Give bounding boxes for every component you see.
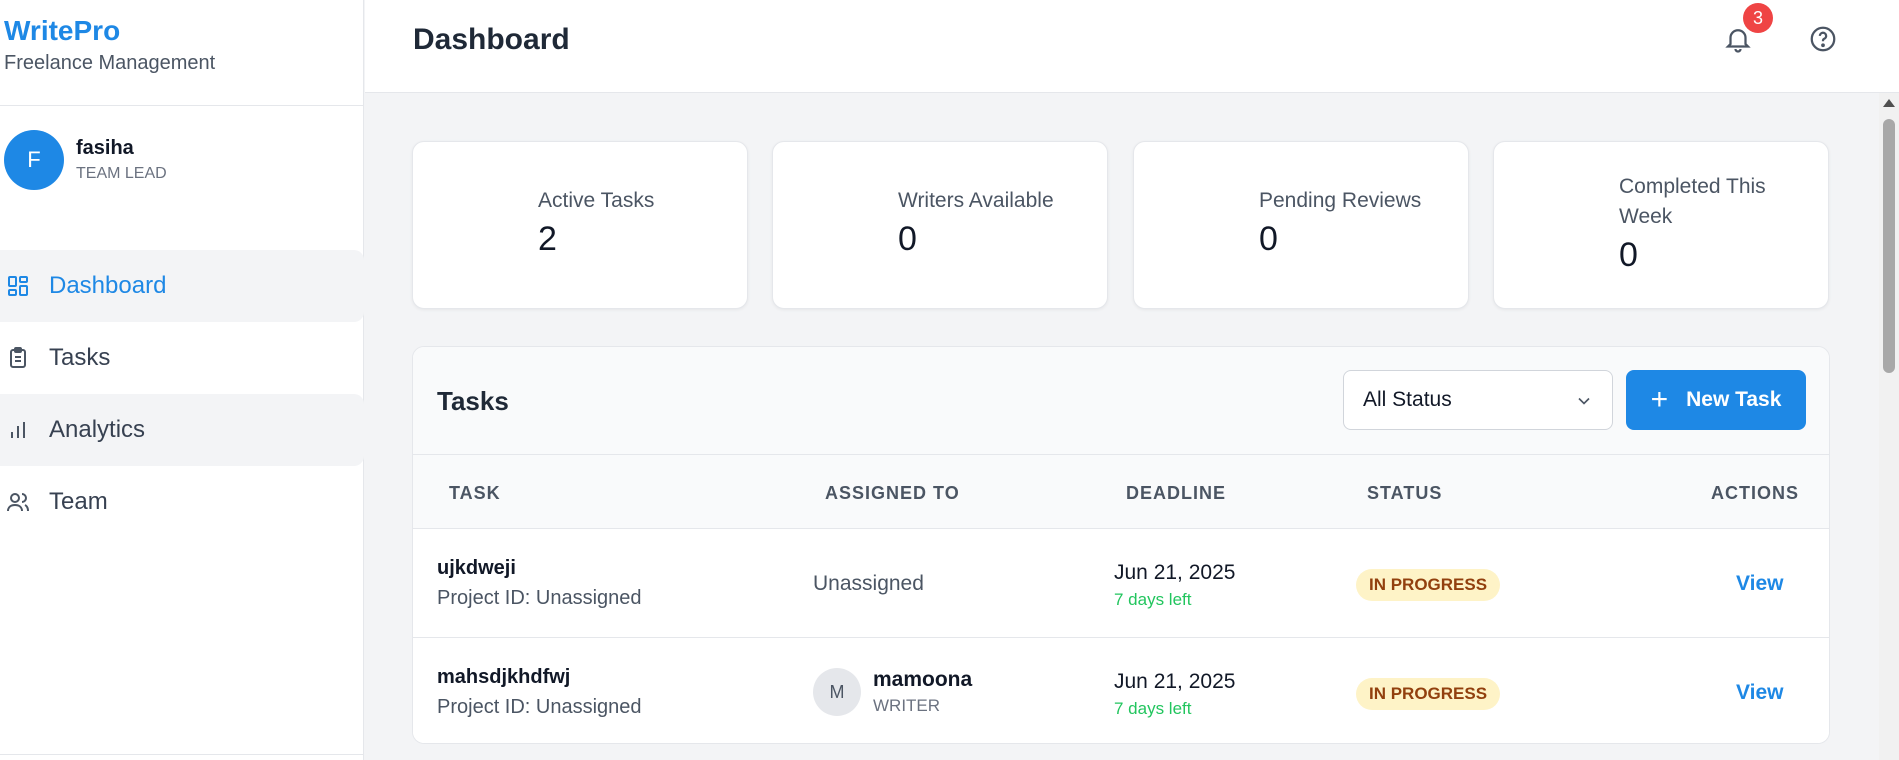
deadline-date: Jun 21, 2025 <box>1114 670 1236 693</box>
stat-content: Completed This Week 0 <box>1619 172 1789 275</box>
dashboard-grid-icon <box>4 272 32 300</box>
scrollbar-thumb[interactable] <box>1883 119 1895 373</box>
avatar: F <box>4 130 64 190</box>
bar-chart-icon <box>4 416 32 444</box>
table-header: TASK ASSIGNED TO DEADLINE STATUS ACTIONS <box>413 455 1829 529</box>
tasks-title: Tasks <box>437 386 509 416</box>
assignee-name: mamoona <box>873 668 973 691</box>
tasks-panel-header: Tasks All Status + New Task <box>413 347 1829 455</box>
user-role: TEAM LEAD <box>76 165 167 182</box>
stat-content: Active Tasks 2 <box>538 186 728 259</box>
tasks-panel: Tasks All Status + New Task TASK ASSIGNE… <box>412 346 1830 744</box>
sidebar-item-tasks[interactable]: Tasks <box>0 322 364 394</box>
brand: WritePro Freelance Management <box>4 14 215 75</box>
column-header-deadline: DEADLINE <box>1126 483 1227 503</box>
plus-icon: + <box>1650 383 1669 416</box>
task-project-id: Project ID: Unassigned <box>437 696 642 718</box>
status-badge: IN PROGRESS <box>1356 569 1501 601</box>
new-task-button[interactable]: + New Task <box>1626 370 1806 430</box>
deadline-days-left: 7 days left <box>1114 699 1192 718</box>
stat-content: Pending Reviews 0 <box>1259 186 1449 259</box>
top-header: Dashboard 3 <box>365 0 1899 93</box>
user-profile[interactable]: F fasiha TEAM LEAD <box>4 130 167 190</box>
sidebar-item-label: Dashboard <box>49 272 167 299</box>
view-link[interactable]: View <box>1736 681 1783 705</box>
task-name[interactable]: ujkdweji <box>437 557 516 580</box>
status-badge: IN PROGRESS <box>1356 678 1501 710</box>
stat-label: Writers Available <box>898 189 1054 212</box>
deadline: Jun 21, 2025 7 days left <box>1114 561 1235 610</box>
column-header-status: STATUS <box>1367 483 1443 503</box>
stat-value: 0 <box>1259 220 1278 258</box>
column-header-actions: ACTIONS <box>1711 483 1799 503</box>
sidebar-item-team[interactable]: Team <box>0 466 364 538</box>
status-filter-select[interactable]: All Status <box>1343 370 1613 430</box>
status-filter-value: All Status <box>1363 388 1452 411</box>
table-row: mahsdjkhdfwj Project ID: Unassigned M ma… <box>413 638 1829 743</box>
assignee: M mamoona WRITER <box>813 668 972 716</box>
assignee-role: WRITER <box>873 696 941 715</box>
stat-content: Writers Available 0 <box>898 186 1088 259</box>
assigned-to: Unassigned <box>813 572 924 595</box>
sidebar-nav: Dashboard Tasks Analytics Team <box>0 250 364 538</box>
stat-label: Pending Reviews <box>1259 189 1422 212</box>
new-task-label: New Task <box>1686 388 1782 411</box>
sidebar-divider <box>0 105 364 106</box>
stat-card-active-tasks: Active Tasks 2 <box>412 141 748 309</box>
sidebar-item-dashboard[interactable]: Dashboard <box>0 250 364 322</box>
deadline-date: Jun 21, 2025 <box>1114 561 1236 584</box>
table-row: ujkdweji Project ID: Unassigned Unassign… <box>413 529 1829 638</box>
sidebar-item-analytics[interactable]: Analytics <box>0 394 364 466</box>
sidebar: WritePro Freelance Management F fasiha T… <box>0 0 364 760</box>
sidebar-item-label: Analytics <box>49 416 146 443</box>
column-header-assigned-to: ASSIGNED TO <box>825 483 960 503</box>
view-link[interactable]: View <box>1736 572 1783 596</box>
notification-badge: 3 <box>1743 3 1773 33</box>
sidebar-item-label: Tasks <box>49 344 111 371</box>
stat-value: 0 <box>898 220 917 258</box>
deadline: Jun 21, 2025 7 days left <box>1114 670 1235 719</box>
stat-card-pending-reviews: Pending Reviews 0 <box>1133 141 1469 309</box>
stat-card-writers-available: Writers Available 0 <box>772 141 1108 309</box>
assignee-info: mamoona WRITER <box>873 668 972 716</box>
help-circle-icon[interactable] <box>1808 24 1838 54</box>
clipboard-icon <box>4 344 32 372</box>
users-icon <box>4 488 32 516</box>
stat-value: 0 <box>1619 236 1638 274</box>
stat-label: Active Tasks <box>538 189 655 212</box>
stat-label: Completed This Week <box>1619 175 1766 228</box>
user-info: fasiha TEAM LEAD <box>76 137 167 183</box>
stat-card-completed-this-week: Completed This Week 0 <box>1493 141 1829 309</box>
sidebar-item-label: Team <box>49 488 108 515</box>
page-scrollbar[interactable] <box>1879 93 1899 760</box>
scroll-up-arrow-icon[interactable] <box>1883 99 1895 107</box>
page-title: Dashboard <box>413 23 570 56</box>
user-name: fasiha <box>76 137 134 159</box>
column-header-task: TASK <box>449 483 501 503</box>
task-name[interactable]: mahsdjkhdfwj <box>437 666 570 689</box>
brand-name[interactable]: WritePro <box>4 14 215 48</box>
task-project-id: Project ID: Unassigned <box>437 587 642 609</box>
brand-subtitle: Freelance Management <box>4 52 216 74</box>
stat-value: 2 <box>538 220 557 258</box>
chevron-down-icon <box>1574 391 1594 417</box>
deadline-days-left: 7 days left <box>1114 590 1192 609</box>
sidebar-divider <box>0 754 364 755</box>
avatar: M <box>813 668 861 716</box>
